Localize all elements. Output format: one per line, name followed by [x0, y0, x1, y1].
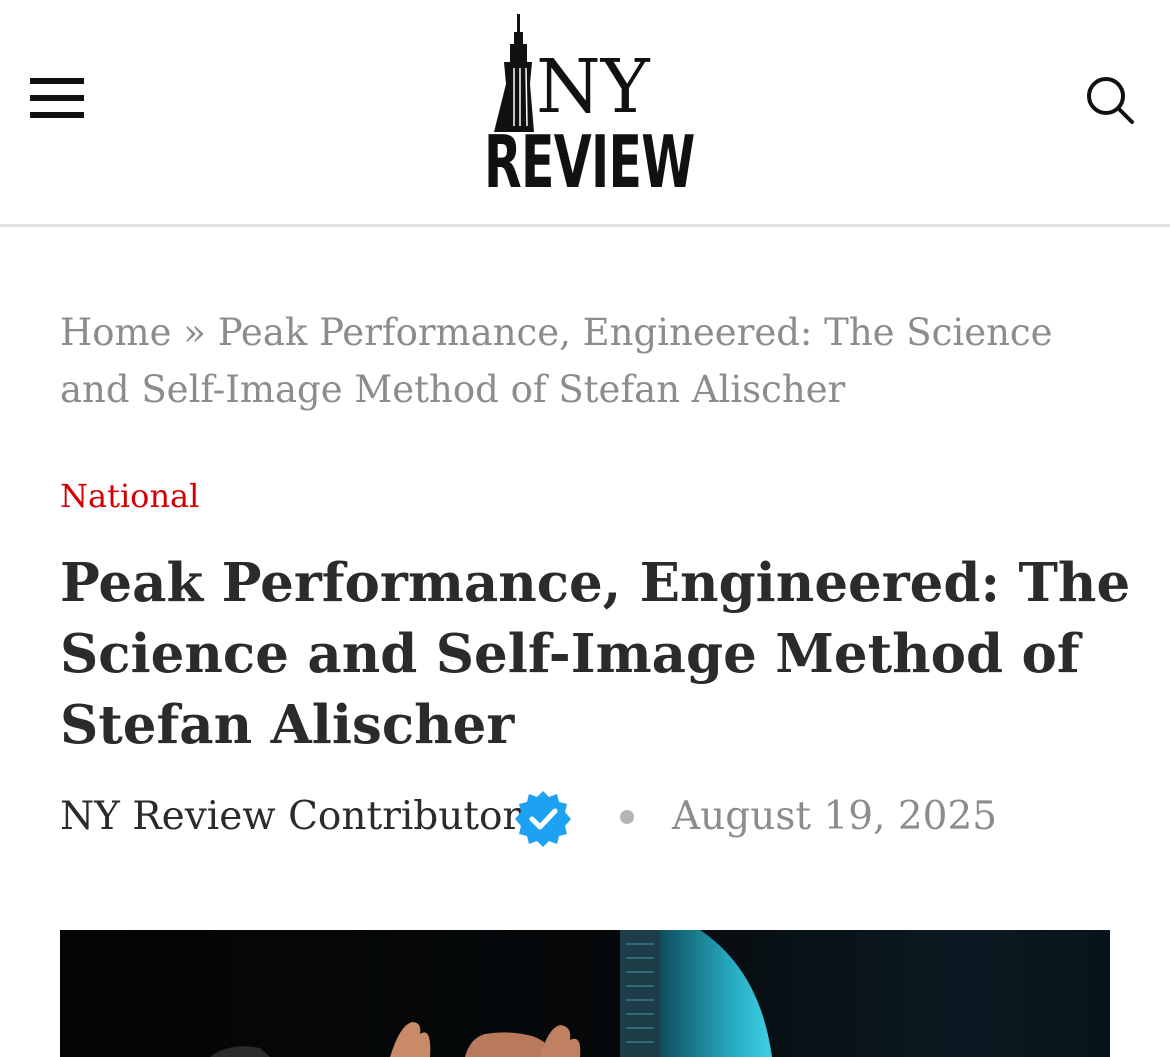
menu-bar: [30, 95, 84, 101]
hamburger-menu-icon[interactable]: [30, 78, 84, 120]
author-name[interactable]: NY Review Contributor: [60, 790, 521, 844]
publish-date: August 19, 2025: [672, 794, 998, 839]
breadcrumb-separator: »: [183, 311, 206, 354]
meta-separator-dot: [620, 810, 634, 824]
site-header: NY REVIEW: [0, 0, 1170, 227]
menu-bar: [30, 112, 84, 118]
breadcrumb-current: Peak Performance, Engineered: The Scienc…: [60, 311, 1053, 411]
category-link[interactable]: National: [60, 474, 199, 518]
search-icon[interactable]: [1084, 74, 1136, 126]
article-title: Peak Performance, Engineered: The Scienc…: [60, 552, 1131, 756]
hero-image: [60, 930, 1110, 1057]
site-logo[interactable]: NY REVIEW: [484, 14, 695, 198]
magnifier-glyph: [1087, 77, 1134, 124]
menu-bar: [30, 78, 84, 84]
hero-photo-scene: [60, 930, 1110, 1057]
logo-ny-text: NY: [536, 44, 650, 130]
logo-review-text: REVIEW: [484, 120, 695, 204]
breadcrumb: Home » Peak Performance, Engineered: The…: [60, 304, 1120, 418]
verified-badge-icon: [515, 791, 571, 847]
breadcrumb-home-link[interactable]: Home: [60, 311, 172, 354]
